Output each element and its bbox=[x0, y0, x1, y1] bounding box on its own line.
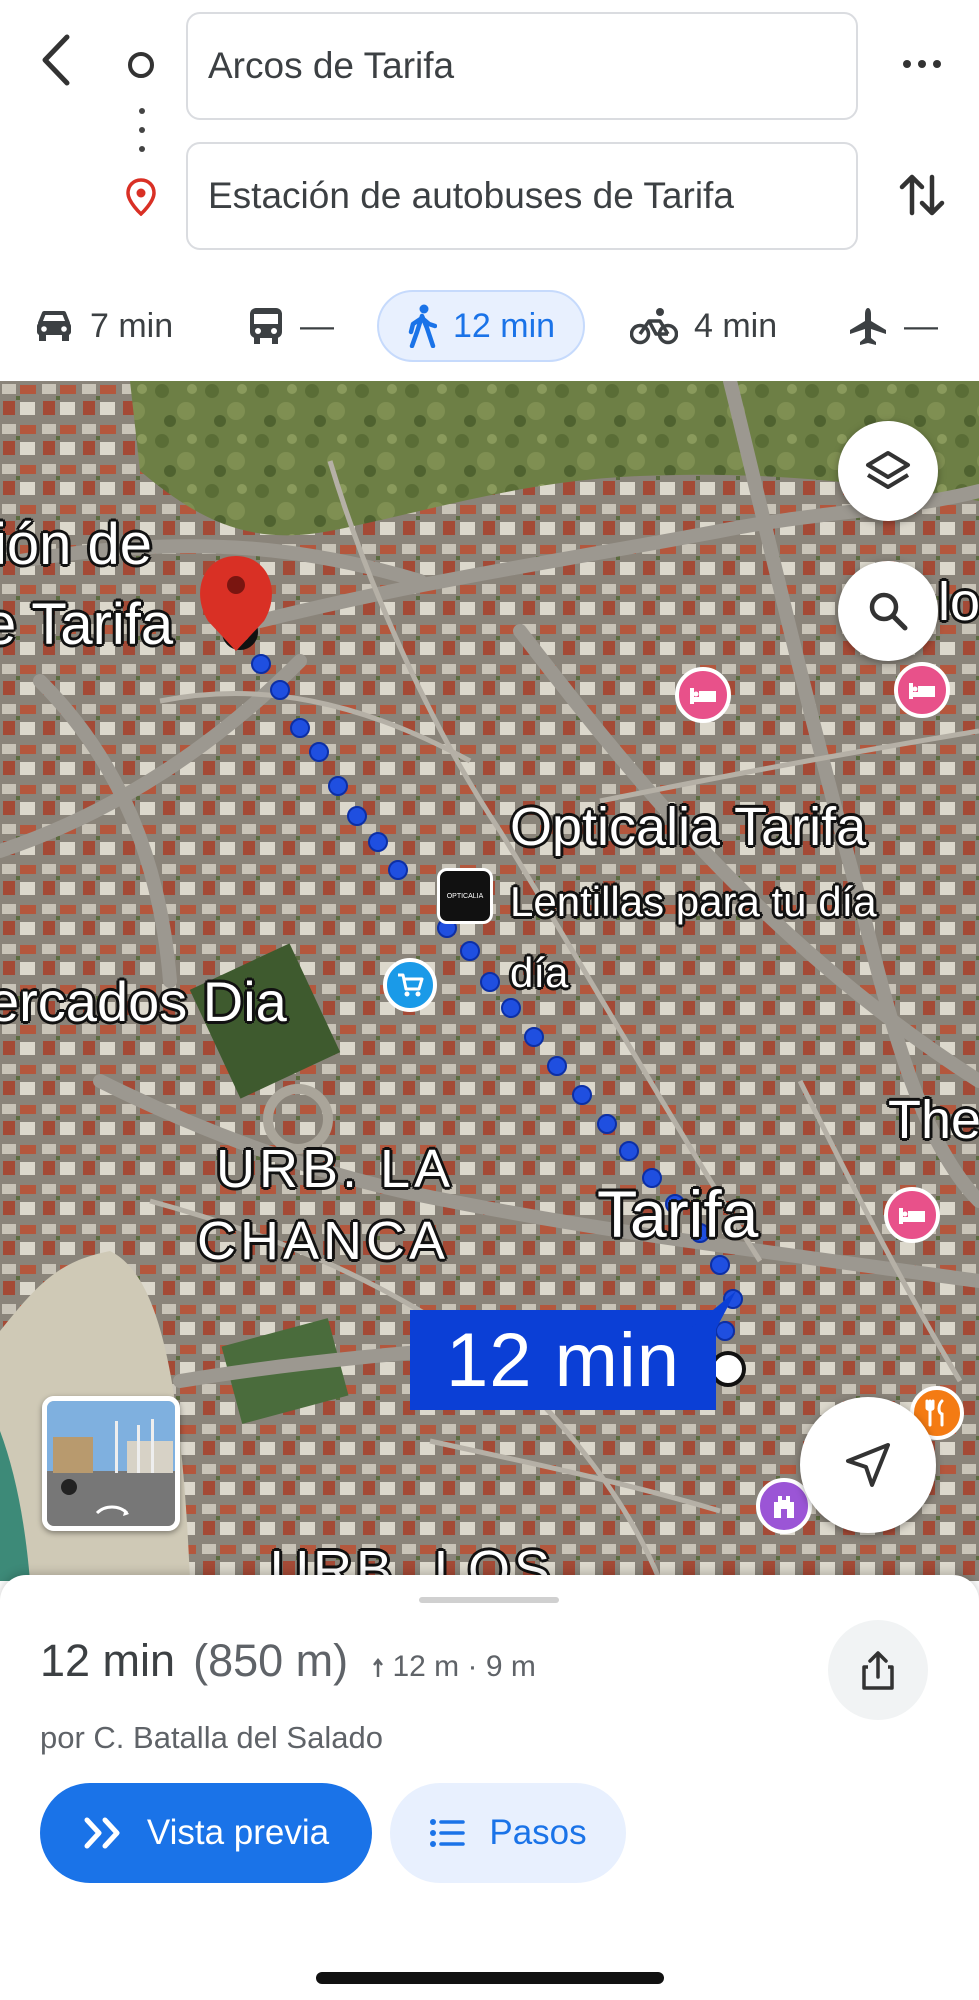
map-label-opticalia-desc-2: día bbox=[510, 949, 569, 996]
badge-pointer bbox=[690, 1291, 736, 1329]
navigation-arrow-icon bbox=[846, 1443, 890, 1487]
map-label-opticalia[interactable]: Opticalia Tarifa bbox=[510, 796, 866, 858]
bus-icon bbox=[250, 308, 282, 344]
route-time-badge[interactable]: 12 min bbox=[410, 1310, 716, 1410]
mode-car[interactable]: 7 min bbox=[34, 290, 173, 362]
plane-icon bbox=[850, 308, 886, 345]
map-label-station-2: e Tarifa bbox=[0, 592, 174, 657]
route-summary-sheet: 12 min (850 m) 12 m · 9 m por C. Batalla… bbox=[0, 1575, 979, 2000]
map-label-supermarket[interactable]: ercados Dia bbox=[0, 969, 287, 1034]
travel-mode-bar: 7 min — 12 min 4 min — bbox=[0, 290, 979, 362]
hotel-icon[interactable] bbox=[675, 667, 731, 723]
bike-icon bbox=[630, 308, 678, 345]
satellite-map[interactable]: ión de e Tarifa Opticalia Tarifa Lentill… bbox=[0, 381, 979, 1581]
search-map-button[interactable] bbox=[838, 561, 938, 661]
mode-walk[interactable]: 12 min bbox=[377, 290, 586, 362]
search-icon bbox=[869, 592, 908, 631]
route-elevation-text: 12 m · 9 m bbox=[392, 1650, 536, 1683]
mode-walk-label: 12 min bbox=[453, 306, 556, 345]
hotel-icon[interactable] bbox=[894, 662, 950, 718]
mode-flight-label: — bbox=[904, 306, 938, 345]
steps-button[interactable]: Pasos bbox=[390, 1783, 626, 1883]
steps-button-label: Pasos bbox=[489, 1813, 587, 1852]
map-label-edge-right-top: lo bbox=[938, 572, 979, 632]
route-via: por C. Batalla del Salado bbox=[40, 1720, 383, 1755]
mode-bike[interactable]: 4 min bbox=[630, 290, 777, 362]
mode-flight[interactable]: — bbox=[848, 290, 938, 362]
share-button[interactable] bbox=[828, 1620, 928, 1720]
destination-field[interactable]: Estación de autobuses de Tarifa bbox=[186, 142, 858, 250]
my-location-button[interactable] bbox=[800, 1397, 936, 1533]
walk-icon bbox=[408, 304, 437, 348]
destination-pin-icon bbox=[126, 178, 156, 216]
map-label-urb-1: URB. LA bbox=[216, 1139, 455, 1199]
layers-icon bbox=[866, 451, 910, 489]
car-icon bbox=[37, 311, 71, 341]
route-connector-dots bbox=[139, 108, 145, 152]
mode-bike-label: 4 min bbox=[694, 306, 778, 345]
origin-field[interactable]: Arcos de Tarifa bbox=[186, 12, 858, 120]
route-elevation: 12 m · 9 m bbox=[372, 1650, 536, 1684]
preview-button-label: Vista previa bbox=[146, 1813, 330, 1852]
more-options-button[interactable] bbox=[892, 42, 952, 86]
preview-button[interactable]: Vista previa bbox=[40, 1783, 372, 1883]
layers-button[interactable] bbox=[838, 421, 938, 521]
street-view-image bbox=[47, 1401, 175, 1526]
home-indicator[interactable] bbox=[316, 1972, 664, 1984]
origin-circle-icon bbox=[128, 52, 154, 78]
swap-directions-icon[interactable] bbox=[892, 165, 952, 225]
map-label-urb-2: CHANCA bbox=[197, 1211, 450, 1271]
chevron-left-icon bbox=[42, 34, 70, 86]
list-icon bbox=[430, 1819, 466, 1847]
share-icon bbox=[862, 1651, 894, 1690]
route-duration: 12 min bbox=[40, 1635, 176, 1686]
mode-transit-label: — bbox=[300, 306, 334, 345]
elevation-up-down-icon bbox=[373, 1658, 384, 1678]
shopping-cart-icon[interactable] bbox=[383, 958, 437, 1012]
maps-directions-screen: Arcos de Tarifa Estación de autobuses de… bbox=[0, 0, 979, 2000]
back-button[interactable] bbox=[30, 30, 80, 90]
map-label-edge-right-mid: The bbox=[888, 1090, 979, 1150]
sheet-drag-handle[interactable] bbox=[419, 1597, 559, 1603]
map-label-opticalia-desc-1: Lentillas para tu día bbox=[510, 878, 877, 925]
map-label-station-1: ión de bbox=[0, 512, 153, 577]
hotel-icon[interactable] bbox=[884, 1187, 940, 1243]
opticalia-logo-icon[interactable]: OPTICALIA bbox=[437, 868, 493, 924]
double-chevron-right-icon bbox=[84, 1817, 120, 1849]
map-label-town: Tarifa bbox=[597, 1177, 759, 1251]
opticalia-logo-text: OPTICALIA bbox=[446, 892, 484, 900]
mode-transit[interactable]: — bbox=[248, 290, 334, 362]
mode-car-label: 7 min bbox=[90, 306, 174, 345]
route-distance: (850 m) bbox=[193, 1635, 349, 1686]
street-view-thumbnail[interactable] bbox=[42, 1396, 180, 1531]
directions-header: Arcos de Tarifa Estación de autobuses de… bbox=[0, 0, 979, 380]
route-summary: 12 min (850 m) 12 m · 9 m bbox=[40, 1635, 536, 1687]
